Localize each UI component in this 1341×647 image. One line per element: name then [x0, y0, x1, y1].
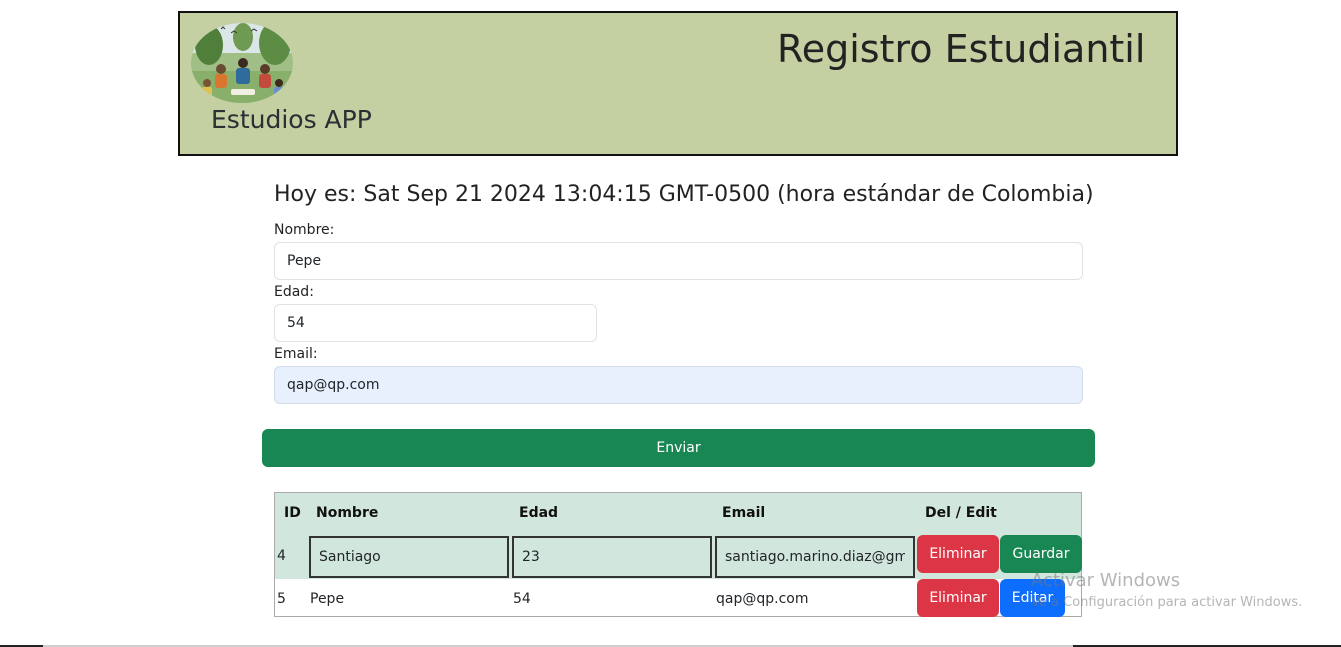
row-id: 4 — [277, 548, 286, 564]
students-table: ID Nombre Edad Email Del / Edit 4 Elimin… — [274, 492, 1082, 617]
current-date-heading: Hoy es: Sat Sep 21 2024 13:04:15 GMT-050… — [274, 182, 1094, 207]
eliminar-button[interactable]: Eliminar — [917, 579, 999, 617]
email-label: Email: — [274, 346, 318, 362]
row-email: qap@qp.com — [716, 591, 809, 607]
column-header-email: Email — [722, 505, 766, 521]
enviar-button[interactable]: Enviar — [262, 429, 1095, 467]
row-edad-input[interactable] — [512, 536, 712, 578]
edad-input[interactable] — [274, 304, 597, 342]
column-header-nombre: Nombre — [316, 505, 379, 521]
app-header: Estudios APP Registro Estudiantil — [178, 11, 1178, 156]
guardar-button[interactable]: Guardar — [1000, 535, 1082, 573]
column-header-edad: Edad — [519, 505, 559, 521]
row-email-input[interactable] — [715, 536, 915, 578]
windows-activation-watermark-subtitle: Ve a Configuración para activar Windows. — [1031, 595, 1303, 610]
page-title: Registro Estudiantil — [777, 27, 1146, 71]
row-nombre-input[interactable] — [309, 536, 509, 578]
app-logo — [191, 23, 293, 103]
nombre-label: Nombre: — [274, 222, 335, 238]
row-edad: 54 — [513, 591, 531, 607]
app-name: Estudios APP — [211, 105, 372, 134]
email-input[interactable] — [274, 366, 1083, 404]
table-row-editing: 4 Eliminar Guardar — [275, 535, 1082, 579]
edad-label: Edad: — [274, 284, 314, 300]
row-nombre: Pepe — [310, 591, 345, 607]
nombre-input[interactable] — [274, 242, 1083, 280]
students-illustration-icon — [191, 23, 293, 103]
row-id: 5 — [277, 591, 286, 607]
eliminar-button[interactable]: Eliminar — [917, 535, 999, 573]
table-header-row: ID Nombre Edad Email Del / Edit — [275, 493, 1081, 536]
windows-activation-watermark-title: Activar Windows — [1031, 570, 1181, 591]
column-header-id: ID — [284, 505, 301, 521]
column-header-del-edit: Del / Edit — [925, 505, 997, 521]
